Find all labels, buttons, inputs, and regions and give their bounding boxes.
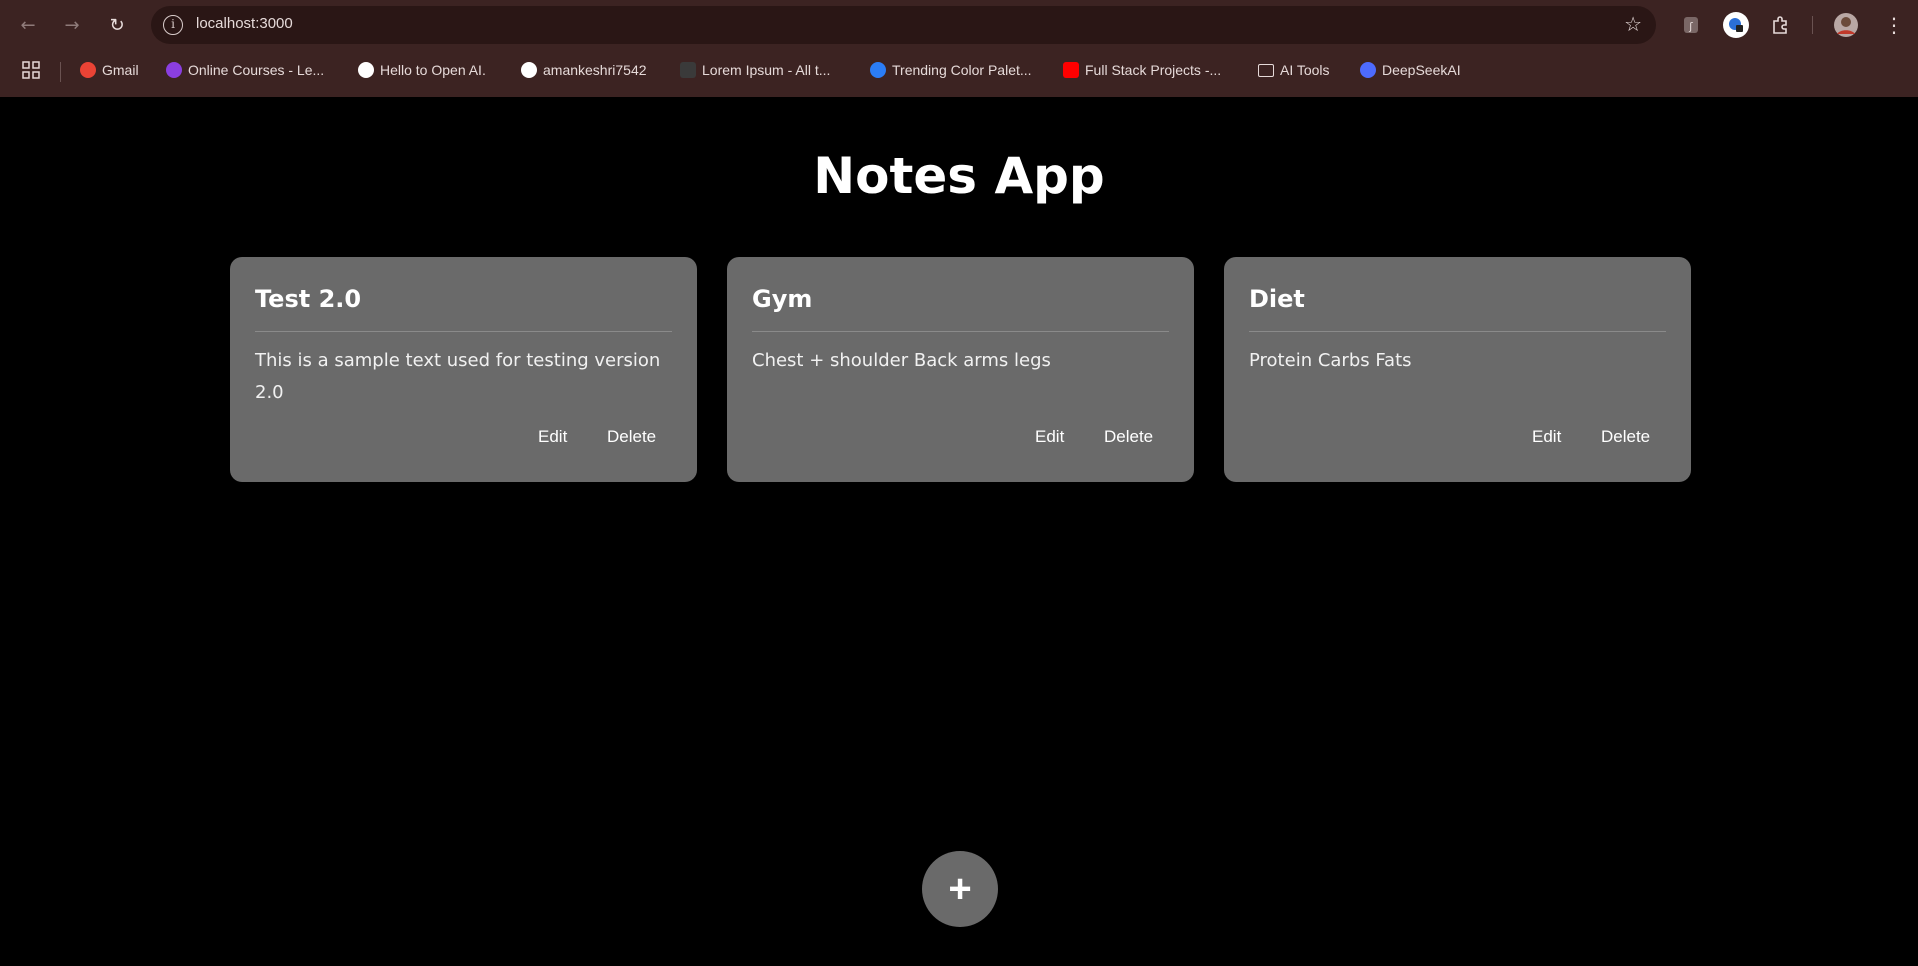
delete-button[interactable]: Delete (607, 427, 656, 447)
svg-text:ʃ: ʃ (1688, 20, 1693, 33)
page-title: Notes App (813, 147, 1105, 205)
bookmark-label: Gmail (102, 62, 139, 78)
back-icon[interactable]: ← (14, 11, 42, 39)
bookmark-label: DeepSeekAI (1382, 62, 1461, 78)
deepseek-icon (1360, 62, 1376, 78)
bookmark-item[interactable]: Lorem Ipsum - All t... (680, 60, 830, 80)
menu-kebab-icon[interactable]: ⋮ (1880, 11, 1908, 39)
gmail-icon (80, 62, 96, 78)
edit-button[interactable]: Edit (1532, 427, 1561, 447)
note-body: Chest + shoulder Back arms legs (752, 350, 1051, 371)
bookmark-label: Lorem Ipsum - All t... (702, 62, 831, 78)
note-body: This is a sample text used for testing v… (255, 350, 661, 403)
extension-s-icon[interactable]: ʃ (1677, 11, 1705, 39)
bookmark-item[interactable]: Hello to Open AI. (358, 60, 486, 80)
note-card: Gym Chest + shoulder Back arms legs Edit… (727, 257, 1194, 482)
browser-toolbar: ← → ↻ i localhost:3000 ☆ ʃ ⋮ (0, 0, 1918, 50)
delete-button[interactable]: Delete (1601, 427, 1650, 447)
bookmark-label: AI Tools (1280, 62, 1330, 78)
note-title: Diet (1249, 285, 1305, 313)
courses-icon (166, 62, 182, 78)
address-url[interactable]: localhost:3000 (196, 15, 293, 32)
apps-grid-icon[interactable] (22, 60, 40, 80)
profile-avatar[interactable] (1832, 11, 1860, 39)
extension-lock-icon[interactable] (1722, 11, 1750, 39)
youtube-icon (1063, 62, 1079, 78)
reload-icon[interactable]: ↻ (103, 11, 131, 39)
bookmarks-separator (60, 62, 61, 82)
site-info-icon[interactable]: i (163, 15, 183, 35)
bookmark-label: Hello to Open AI. (380, 62, 486, 78)
bookmark-item[interactable]: Full Stack Projects -... (1063, 60, 1221, 80)
openai-icon (358, 62, 374, 78)
address-bar[interactable]: i localhost:3000 ☆ (151, 6, 1656, 44)
bookmark-label: Trending Color Palet... (892, 62, 1032, 78)
note-divider (752, 331, 1169, 332)
bookmark-label: Full Stack Projects -... (1085, 62, 1222, 78)
github-icon (521, 62, 537, 78)
note-divider (1249, 331, 1666, 332)
lorem-icon (680, 62, 696, 78)
add-note-button[interactable]: + (922, 851, 998, 927)
note-card: Diet Protein Carbs Fats Edit Delete (1224, 257, 1691, 482)
bookmark-item[interactable]: Gmail (80, 60, 139, 80)
bookmark-label: Online Courses - Le... (188, 62, 325, 78)
bookmark-label: amankeshri7542 (543, 62, 647, 78)
note-title: Gym (752, 285, 813, 313)
note-card: Test 2.0 This is a sample text used for … (230, 257, 697, 482)
note-divider (255, 331, 672, 332)
forward-icon[interactable]: → (58, 11, 86, 39)
toolbar-divider (1812, 16, 1813, 34)
extensions-puzzle-icon[interactable] (1767, 11, 1795, 39)
bookmark-item[interactable]: amankeshri7542 (521, 60, 647, 80)
edit-button[interactable]: Edit (1035, 427, 1064, 447)
bookmark-star-icon[interactable]: ☆ (1624, 12, 1642, 36)
edit-button[interactable]: Edit (538, 427, 567, 447)
notes-page: Notes App Test 2.0 This is a sample text… (0, 97, 1918, 966)
bookmark-item[interactable]: AI Tools (1258, 60, 1330, 80)
note-body: Protein Carbs Fats (1249, 350, 1412, 371)
bookmark-item[interactable]: Trending Color Palet... (870, 60, 1032, 80)
delete-button[interactable]: Delete (1104, 427, 1153, 447)
coolors-icon (870, 62, 886, 78)
browser-chrome: ← → ↻ i localhost:3000 ☆ ʃ ⋮ Gmail Online… (0, 0, 1918, 97)
note-title: Test 2.0 (255, 285, 362, 313)
bookmark-item[interactable]: DeepSeekAI (1360, 60, 1461, 80)
folder-icon (1258, 63, 1274, 77)
bookmark-item[interactable]: Online Courses - Le... (166, 60, 324, 80)
